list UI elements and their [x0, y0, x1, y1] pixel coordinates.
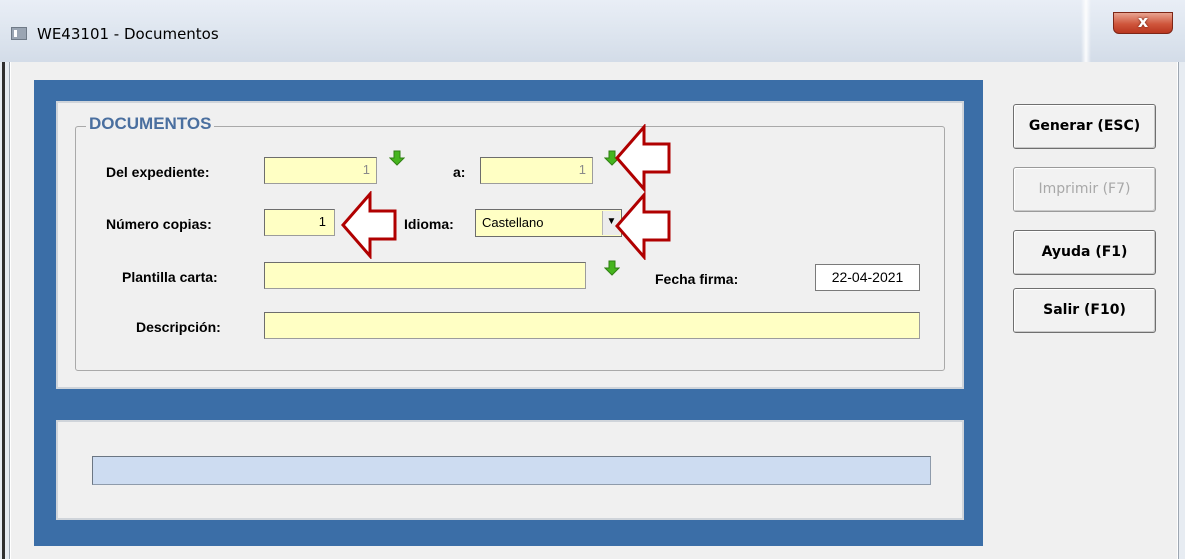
plantilla-label: Plantilla carta: [122, 269, 218, 285]
window-icon [11, 27, 27, 40]
copias-field[interactable]: 1 [264, 209, 335, 236]
descripcion-field[interactable] [264, 312, 920, 339]
close-button[interactable]: x [1113, 12, 1173, 34]
callout-arrow-left-icon [341, 191, 397, 259]
fecha-field[interactable]: 22-04-2021 [815, 264, 920, 291]
window-frame-left-edge [2, 62, 5, 559]
plantilla-field[interactable] [264, 262, 586, 289]
fecha-label: Fecha firma: [655, 271, 739, 287]
copias-label: Número copias: [106, 216, 212, 232]
expediente-label: Del expediente: [106, 164, 210, 180]
idioma-select[interactable]: Castellano ▼ [475, 209, 622, 237]
window-title: WE43101 - Documentos [37, 25, 219, 43]
lookup-arrow-down-icon[interactable] [604, 260, 620, 276]
salir-button[interactable]: Salir (F10) [1013, 288, 1156, 333]
descripcion-label: Descripción: [136, 319, 221, 335]
window-frame-right [1178, 62, 1185, 559]
title-bar-separator [1081, 0, 1091, 62]
expediente-from-field[interactable]: 1 [264, 157, 377, 184]
generar-button[interactable]: Generar (ESC) [1013, 104, 1156, 149]
idioma-selected-value: Castellano [482, 215, 544, 230]
expediente-to-field[interactable]: 1 [480, 157, 593, 184]
imprimir-button[interactable]: Imprimir (F7) [1013, 167, 1156, 212]
callout-arrow-left-icon [615, 192, 671, 260]
idioma-label: Idioma: [404, 216, 454, 232]
ayuda-button[interactable]: Ayuda (F1) [1013, 230, 1156, 275]
callout-arrow-left-icon [615, 124, 671, 192]
title-bar: WE43101 - Documentos x [0, 0, 1185, 62]
progress-bar [92, 456, 931, 485]
lookup-arrow-down-icon[interactable] [389, 150, 405, 166]
expediente-to-label: a: [453, 164, 466, 180]
section-title: DOCUMENTOS [86, 114, 215, 134]
